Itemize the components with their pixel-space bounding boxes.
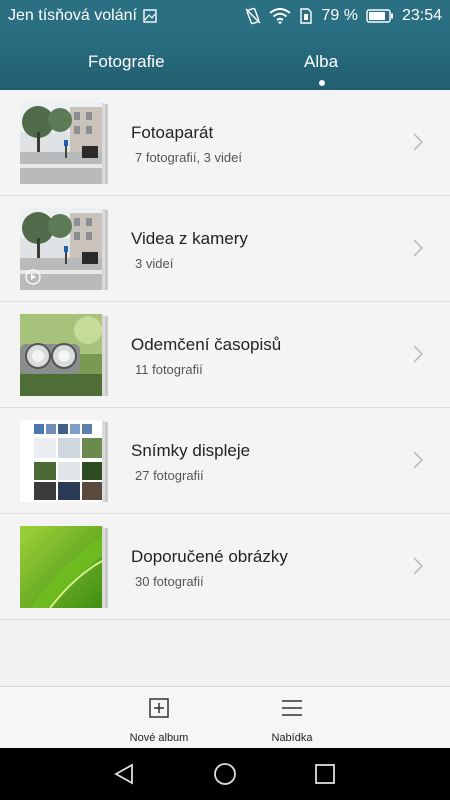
carrier-text: Jen tísňová volání [8,7,137,24]
vibrate-icon [245,7,261,25]
chevron-right-icon [413,557,424,575]
add-box-icon [149,698,169,718]
battery-percent: 79 % [321,7,358,24]
menu-button[interactable]: Nabídka [247,697,337,744]
bottom-action-bar: Nové album Nabídka [0,686,450,749]
album-title: Odemčení časopisů [131,335,282,354]
chevron-right-icon [413,133,424,151]
recent-apps-icon[interactable] [315,764,335,784]
album-row-odemceni-casopisu[interactable]: Odemčení časopisů 11 fotografií [0,302,450,408]
battery-icon [366,9,393,23]
album-thumbnail [20,526,108,608]
status-bar: Jen tísňová volání 79 % 23:54 [0,0,450,32]
album-count: 3 videí [135,256,174,271]
tab-alba[interactable]: Alba [304,52,338,72]
menu-label: Nabídka [271,732,313,744]
system-nav-bar [0,748,450,800]
chevron-right-icon [413,451,424,469]
album-thumbnail [20,208,108,290]
album-row-videa-z-kamery[interactable]: Videa z kamery 3 videí [0,196,450,302]
album-title: Doporučené obrázky [131,547,288,566]
home-icon[interactable] [213,762,237,786]
album-count: 7 fotografií, 3 videí [135,150,242,165]
album-list: Fotoaparát 7 fotografií, 3 videí Videa z… [0,90,450,620]
tab-fotografie[interactable]: Fotografie [88,52,165,72]
chevron-right-icon [413,345,424,363]
album-title: Videa z kamery [131,229,248,248]
album-count: 11 fotografií [135,362,203,377]
album-row-doporucene-obrazky[interactable]: Doporučené obrázky 30 fotografií [0,514,450,620]
back-icon[interactable] [113,763,135,785]
album-thumbnail [20,420,108,502]
album-thumbnail [20,102,108,184]
album-thumbnail [20,314,108,396]
image-icon [143,9,157,23]
menu-icon [282,700,302,716]
album-title: Fotoaparát [131,123,214,142]
album-title: Snímky displeje [131,441,251,460]
sim-icon [300,8,313,24]
album-count: 30 fotografií [135,574,204,589]
album-row-snimky-displeje[interactable]: Snímky displeje 27 fotografií [0,408,450,514]
album-count: 27 fotografií [135,468,204,483]
new-album-label: Nové album [129,732,189,744]
new-album-button[interactable]: Nové album [114,697,204,744]
clock: 23:54 [401,7,442,24]
play-icon [25,269,41,285]
chevron-right-icon [413,239,424,257]
selected-tab-indicator [319,80,325,86]
wifi-icon [269,8,292,24]
album-row-fotoaparat[interactable]: Fotoaparát 7 fotografií, 3 videí [0,90,450,196]
tab-bar: Fotografie Alba [0,32,450,90]
